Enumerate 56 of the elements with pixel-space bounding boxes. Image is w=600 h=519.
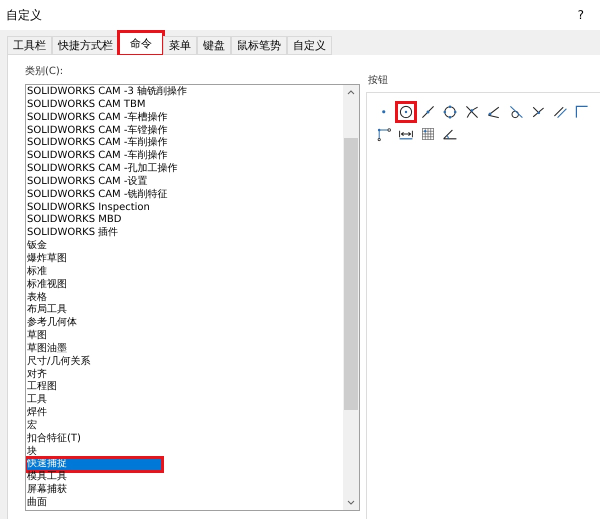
tab[interactable]: 菜单 [163,36,197,55]
list-item[interactable]: 尺寸/几何关系 [26,356,343,369]
scrollbar[interactable] [343,85,359,510]
list-item[interactable]: 块 [26,446,343,458]
list-item[interactable]: 钣金 [26,240,343,253]
tab[interactable]: 命令 [119,32,163,55]
circle-quadrant-icon [442,103,458,121]
tab[interactable]: 快捷方式栏 [52,36,119,55]
list-item[interactable]: SOLIDWORKS CAM -设置 [26,176,343,189]
list-item[interactable]: SOLIDWORKS Inspection [26,202,343,214]
list-item[interactable]: 表格 [26,292,343,304]
list-item[interactable]: 扣合特征(T) [26,432,343,446]
list-item[interactable]: 模具工具 [26,471,343,484]
list-item[interactable]: SOLIDWORKS CAM -车削操作 [26,137,343,150]
line-midpoint-icon [420,103,436,121]
help-button[interactable]: ? [578,6,594,24]
list-item[interactable]: 焊件 [26,407,343,420]
tangent-icon [508,103,524,121]
list-item[interactable]: 屏幕捕获 [26,484,343,497]
list-item[interactable]: 草图油墨 [26,342,343,356]
list-item[interactable]: 对齐 [26,368,343,382]
category-label: 类别(C): [25,64,64,79]
list-item[interactable]: 工具 [26,394,343,408]
list-item[interactable]: 曲面 [26,497,343,510]
tool-button[interactable] [395,101,417,123]
circle-icon [398,103,414,121]
list-item[interactable]: 布局工具 [26,304,343,318]
list-item[interactable]: SOLIDWORKS CAM -车削操作 [26,150,343,164]
intersection-icon [464,103,480,121]
list-item[interactable]: SOLIDWORKS CAM TBM [26,98,343,112]
list-item[interactable]: 草图 [26,330,343,343]
grid-icon [420,125,436,143]
list-item[interactable]: SOLIDWORKS CAM -车槽操作 [26,112,343,125]
list-item[interactable]: SOLIDWORKS CAM -3 轴铣削操作 [26,86,343,99]
buttons-label: 按钮 [367,74,389,88]
tab[interactable]: 工具栏 [7,36,52,55]
scroll-up-icon[interactable] [347,89,355,95]
scroll-thumb[interactable] [344,138,358,410]
tab[interactable]: 鼠标笔势 [231,36,287,55]
list-item[interactable]: SOLIDWORKS CAM -铣削特征 [26,188,343,202]
list-item[interactable]: 工程图 [26,381,343,394]
list-item[interactable]: 宏 [26,420,343,433]
list-item[interactable]: 爆炸草图 [26,252,343,266]
point-icon [382,110,386,114]
list-item[interactable]: SOLIDWORKS CAM -车镗操作 [26,124,343,138]
list-item[interactable]: SOLIDWORKS CAM -孔加工操作 [26,163,343,176]
list-item[interactable]: 标准视图 [26,278,343,292]
list-item[interactable]: 参考几何体 [26,317,343,330]
tab[interactable]: 自定义 [287,36,332,55]
list-item[interactable]: SOLIDWORKS MBD [26,214,343,228]
scroll-down-icon[interactable] [347,500,355,506]
window-title: 自定义 [6,7,42,24]
tab[interactable]: 键盘 [197,36,231,55]
list-item[interactable]: SOLIDWORKS 插件 [26,227,343,240]
list-item[interactable]: 标准 [26,266,343,279]
category-list[interactable] [25,84,360,511]
